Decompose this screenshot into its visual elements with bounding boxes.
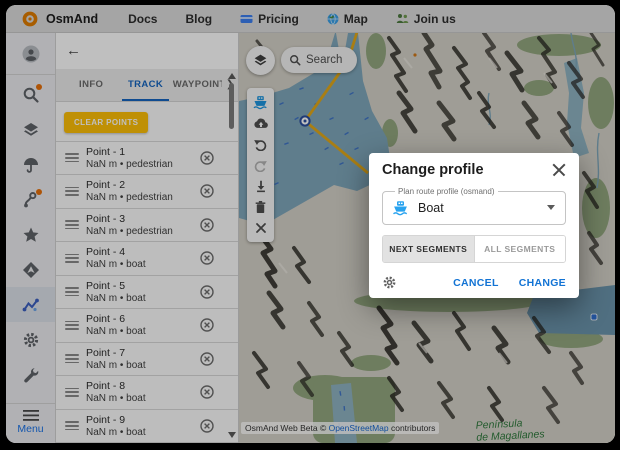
cancel-button[interactable]: CANCEL bbox=[453, 277, 499, 289]
all-segments-button[interactable]: ALL SEGMENTS bbox=[474, 236, 566, 262]
change-profile-dialog: Change profile Plan route profile (osman… bbox=[369, 153, 579, 298]
change-button[interactable]: CHANGE bbox=[519, 277, 566, 289]
profile-settings-gear-icon[interactable] bbox=[382, 275, 397, 290]
dialog-close-icon[interactable] bbox=[552, 163, 566, 177]
segments-toggle: NEXT SEGMENTS ALL SEGMENTS bbox=[382, 235, 566, 263]
profile-select-label: Plan route profile (osmand) bbox=[395, 187, 498, 196]
dropdown-caret-icon bbox=[547, 205, 555, 210]
profile-select[interactable]: Plan route profile (osmand) Boat bbox=[382, 187, 566, 225]
boat-icon bbox=[391, 199, 410, 216]
next-segments-button[interactable]: NEXT SEGMENTS bbox=[383, 236, 474, 262]
profile-selected-value: Boat bbox=[418, 201, 539, 215]
app-window: OsmAnd Docs Blog Pricing Map Join us bbox=[6, 5, 615, 443]
dialog-title: Change profile bbox=[382, 162, 484, 178]
